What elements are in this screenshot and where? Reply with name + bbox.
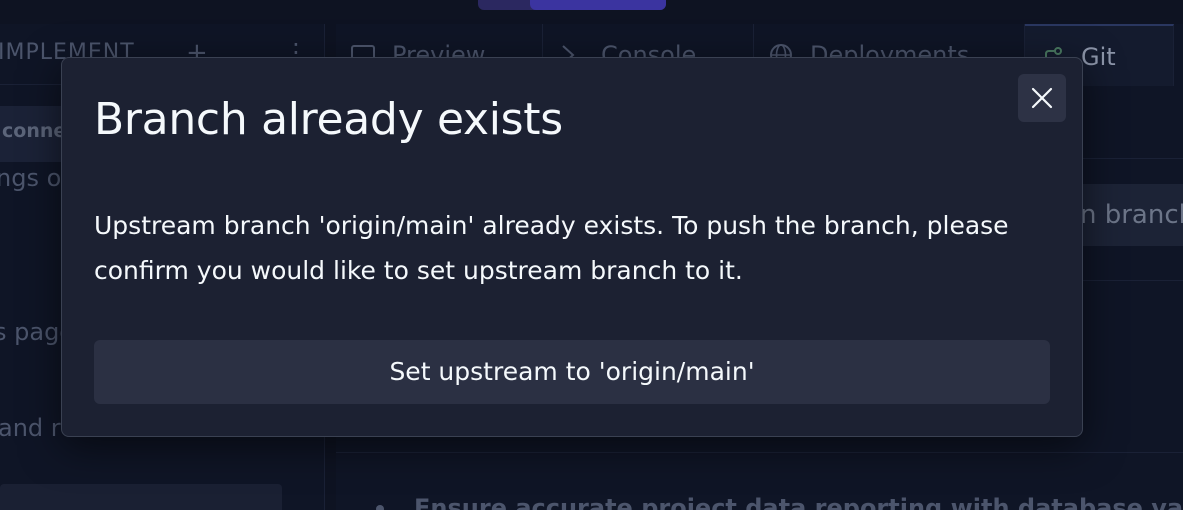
branch-selector-label: n branch <box>1080 200 1183 230</box>
left-panel-input-box[interactable] <box>0 484 282 510</box>
dialog-title: Branch already exists <box>94 94 563 145</box>
close-icon <box>1031 87 1053 109</box>
left-panel-text-line: ngs o <box>0 164 62 192</box>
set-upstream-button[interactable]: Set upstream to 'origin/main' <box>94 340 1050 404</box>
branch-exists-dialog: Branch already exists Upstream branch 'o… <box>61 57 1083 437</box>
commit-bullet-item: Ensure accurate project data reporting w… <box>376 494 1183 510</box>
top-bar-active-segment <box>530 0 666 10</box>
connection-chip-label: conne <box>2 120 67 142</box>
dialog-message-line: Upstream branch 'origin/main' already ex… <box>94 211 1009 240</box>
divider <box>336 452 1183 453</box>
commit-bullet-text: Ensure accurate project data reporting w… <box>414 494 1183 510</box>
close-button[interactable] <box>1018 74 1066 122</box>
dialog-message-line: confirm you would like to set upstream b… <box>94 256 743 285</box>
bullet-dot-icon <box>376 505 384 510</box>
dialog-message: Upstream branch 'origin/main' already ex… <box>94 203 1044 293</box>
top-bar-indicator <box>478 0 666 10</box>
branch-selector[interactable]: n branch <box>1070 184 1183 246</box>
app-root: IMPLEMENT + ⋮ conne ngs o s page and run… <box>0 0 1183 510</box>
tab-label: Git <box>1081 43 1116 71</box>
